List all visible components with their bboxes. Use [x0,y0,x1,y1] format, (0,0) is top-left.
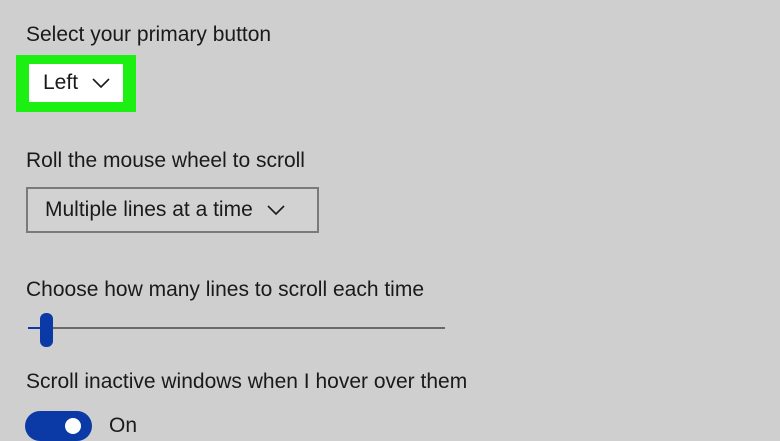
toggle-knob [65,418,81,434]
inactive-scroll-toggle[interactable] [25,411,92,441]
mouse-wheel-value: Multiple lines at a time [45,198,253,221]
scroll-lines-slider-track[interactable] [28,327,445,329]
primary-button-dropdown[interactable]: Left [29,64,123,102]
chevron-down-icon [267,205,285,216]
mouse-wheel-dropdown[interactable]: Multiple lines at a time [26,187,319,233]
primary-button-value: Left [43,71,79,94]
mouse-wheel-label: Roll the mouse wheel to scroll [26,149,305,172]
inactive-scroll-label: Scroll inactive windows when I hover ove… [26,370,468,393]
scroll-lines-slider-thumb[interactable] [40,313,53,347]
scroll-lines-label: Choose how many lines to scroll each tim… [26,278,425,301]
chevron-down-icon [92,78,110,89]
primary-button-label: Select your primary button [26,23,272,46]
inactive-scroll-state: On [109,414,138,437]
